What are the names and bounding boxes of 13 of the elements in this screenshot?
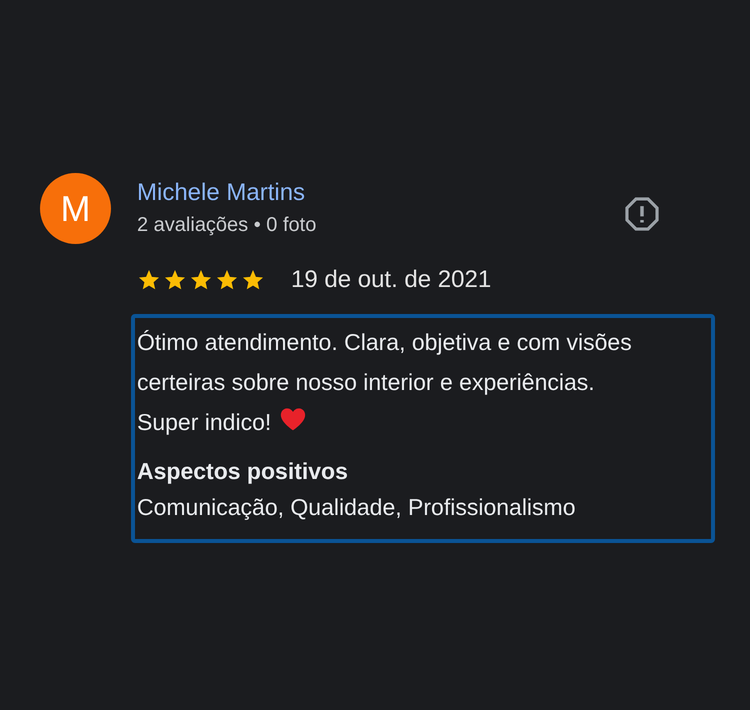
review-meta: 2 avaliações • 0 foto: [137, 213, 318, 238]
highlights-title: Aspectos positivos: [137, 457, 349, 486]
author-name[interactable]: Michele Martins: [137, 176, 623, 210]
highlights-text: Comunicação, Qualidade, Profissionalismo: [137, 493, 576, 522]
review-text: Ótimo atendimento. Clara, objetiva e com visões certeiras sobre nosso interior e experiências. Super indico!: [137, 328, 633, 437]
star-icon: [163, 268, 187, 292]
avatar: M: [40, 173, 111, 244]
report-icon[interactable]: [623, 195, 661, 233]
star-icon: [137, 268, 161, 292]
star-icon: [241, 268, 265, 292]
review-date: 19 de out. de 2021: [291, 265, 492, 295]
star-icon: [189, 268, 213, 292]
star-icon: [215, 268, 239, 292]
